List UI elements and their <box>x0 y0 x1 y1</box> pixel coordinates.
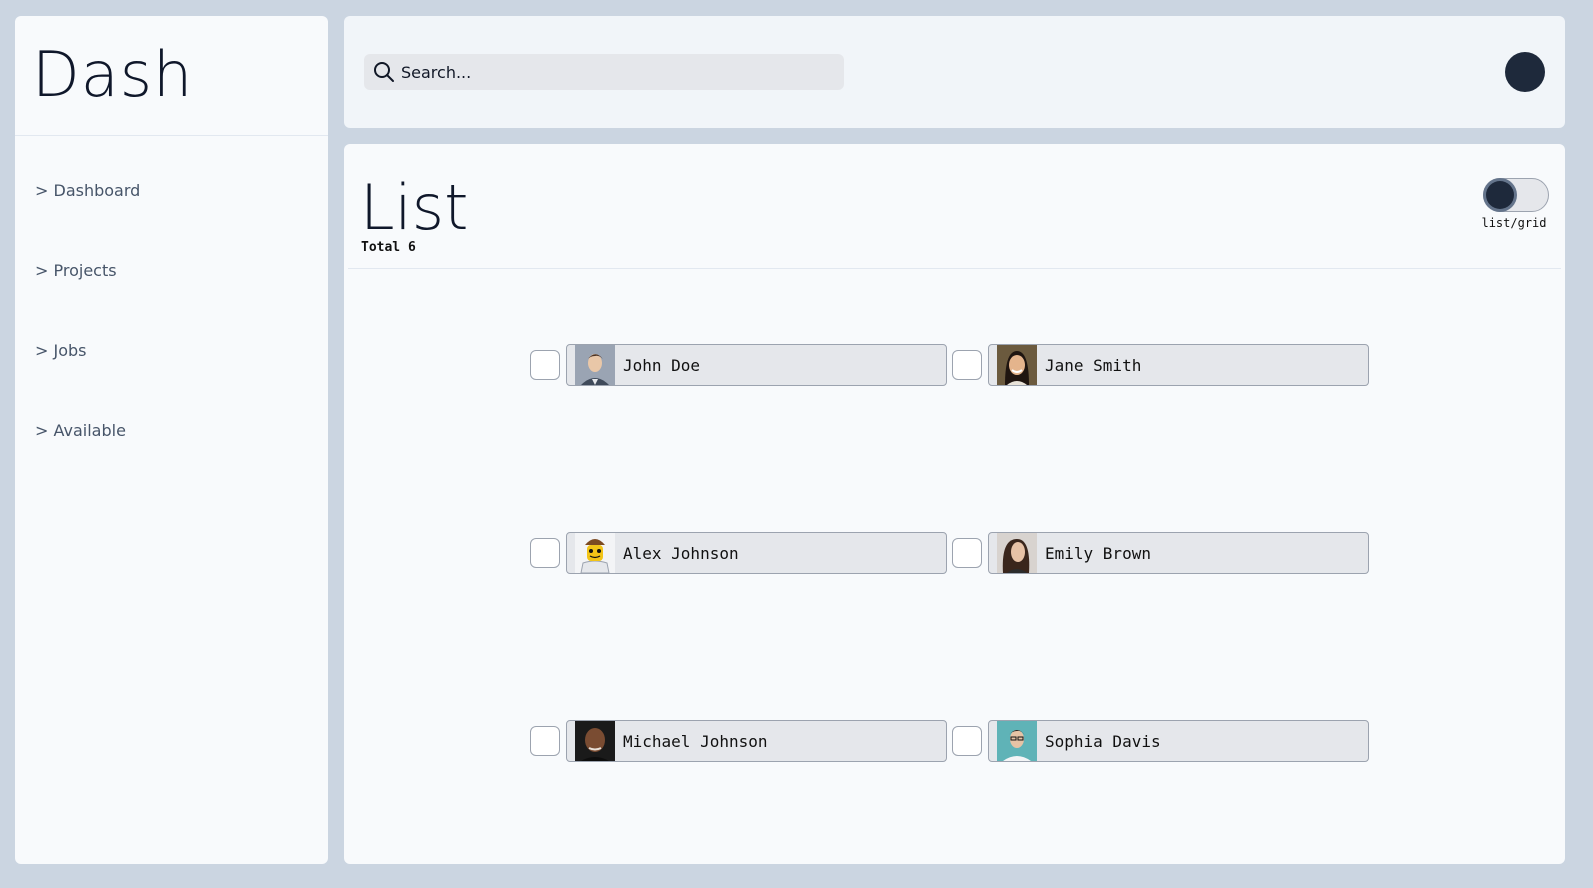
list-item: Jane Smith <box>952 344 1374 386</box>
select-checkbox[interactable] <box>952 538 982 568</box>
person-name: John Doe <box>623 355 701 375</box>
person-card[interactable]: Jane Smith <box>988 344 1369 386</box>
person-card[interactable]: Emily Brown <box>988 532 1369 574</box>
sidebar-item-dashboard[interactable]: > Dashboard <box>15 151 328 231</box>
toggle-label: list/grid <box>1481 216 1547 230</box>
sidebar-nav: > Dashboard > Projects > Jobs > Availabl… <box>15 151 328 471</box>
select-checkbox[interactable] <box>952 350 982 380</box>
page-title: List <box>360 171 469 244</box>
person-card[interactable]: Michael Johnson <box>566 720 947 762</box>
sidebar: Dash > Dashboard > Projects > Jobs > Ava… <box>15 16 328 864</box>
search-bar <box>364 54 844 90</box>
toggle-knob <box>1486 181 1514 209</box>
person-name: Michael Johnson <box>623 731 768 751</box>
search-icon <box>374 62 394 82</box>
list-item: Alex Johnson <box>530 532 952 574</box>
list-item: Emily Brown <box>952 532 1374 574</box>
sidebar-item-projects[interactable]: > Projects <box>15 231 328 311</box>
person-card[interactable]: Alex Johnson <box>566 532 947 574</box>
list-item: Sophia Davis <box>952 720 1374 762</box>
lego-figure-icon <box>575 533 615 573</box>
people-list: John Doe Jane Smith Alex Johnson Emily B… <box>530 344 1374 762</box>
user-avatar[interactable] <box>1505 52 1545 92</box>
list-item: Michael Johnson <box>530 720 952 762</box>
person-card[interactable]: John Doe <box>566 344 947 386</box>
woman-portrait-icon <box>997 345 1037 385</box>
select-checkbox[interactable] <box>952 726 982 756</box>
person-card[interactable]: Sophia Davis <box>988 720 1369 762</box>
person-name: Jane Smith <box>1045 355 1142 375</box>
person-name: Alex Johnson <box>623 543 739 563</box>
list-grid-toggle[interactable] <box>1483 178 1549 212</box>
sidebar-item-jobs[interactable]: > Jobs <box>15 311 328 391</box>
main-panel: List Total 6 list/grid John Doe Jane Smi… <box>344 144 1565 864</box>
select-checkbox[interactable] <box>530 350 560 380</box>
select-checkbox[interactable] <box>530 538 560 568</box>
woman-portrait-icon <box>997 533 1037 573</box>
top-bar <box>344 16 1565 128</box>
list-header: List Total 6 list/grid <box>348 144 1561 269</box>
select-checkbox[interactable] <box>530 726 560 756</box>
sidebar-item-available[interactable]: > Available <box>15 391 328 471</box>
total-count: Total 6 <box>361 240 416 255</box>
person-name: Emily Brown <box>1045 543 1151 563</box>
person-portrait-icon <box>997 721 1037 761</box>
person-name: Sophia Davis <box>1045 731 1161 751</box>
man-portrait-icon <box>575 345 615 385</box>
search-input[interactable] <box>401 62 821 82</box>
man-portrait-icon <box>575 721 615 761</box>
app-logo: Dash <box>15 16 328 136</box>
list-item: John Doe <box>530 344 952 386</box>
